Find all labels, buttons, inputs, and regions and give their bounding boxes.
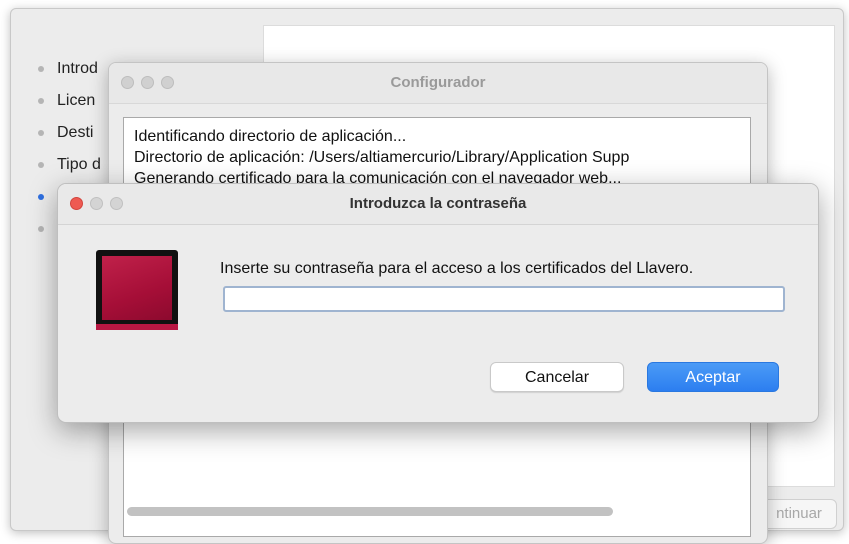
sidebar-item-destino[interactable]: Desti [29,117,101,149]
application-icon-base [96,324,178,330]
step-dot-icon [38,162,44,168]
accept-button[interactable]: Aceptar [647,362,779,392]
application-icon-screen [102,256,172,320]
password-prompt: Inserte su contraseña para el acceso a l… [220,260,694,277]
window-title: Configurador [390,74,486,91]
sidebar-item-licencia[interactable]: Licen [29,85,101,117]
step-dot-icon [38,226,44,232]
step-dot-icon [38,194,44,200]
cancel-button[interactable]: Cancelar [490,362,624,392]
step-dot-icon [38,66,44,72]
log-line: Directorio de aplicación: /Users/altiame… [134,149,630,166]
application-icon [96,250,178,330]
password-dialog: Introduzca la contraseña Inserte su cont… [57,183,819,423]
sidebar-item-label: Introd [57,60,98,77]
sidebar-item-introduccion[interactable]: Introd [29,53,101,85]
step-dot-icon [38,98,44,104]
configurador-titlebar: Configurador [109,63,767,104]
sidebar-item-label: Desti [57,124,94,141]
continue-button[interactable]: ntinuar [761,499,837,529]
sidebar-item-tipo[interactable]: Tipo d [29,149,101,181]
step-dot-icon [38,130,44,136]
sidebar-item-label: Tipo d [57,156,101,173]
dialog-titlebar: Introduzca la contraseña [58,184,818,225]
horizontal-scrollbar[interactable] [127,507,613,516]
dialog-title: Introduzca la contraseña [349,195,527,212]
password-field[interactable] [223,286,785,312]
sidebar-item-label: Licen [57,92,96,109]
log-line: Identificando directorio de aplicación..… [134,128,407,145]
